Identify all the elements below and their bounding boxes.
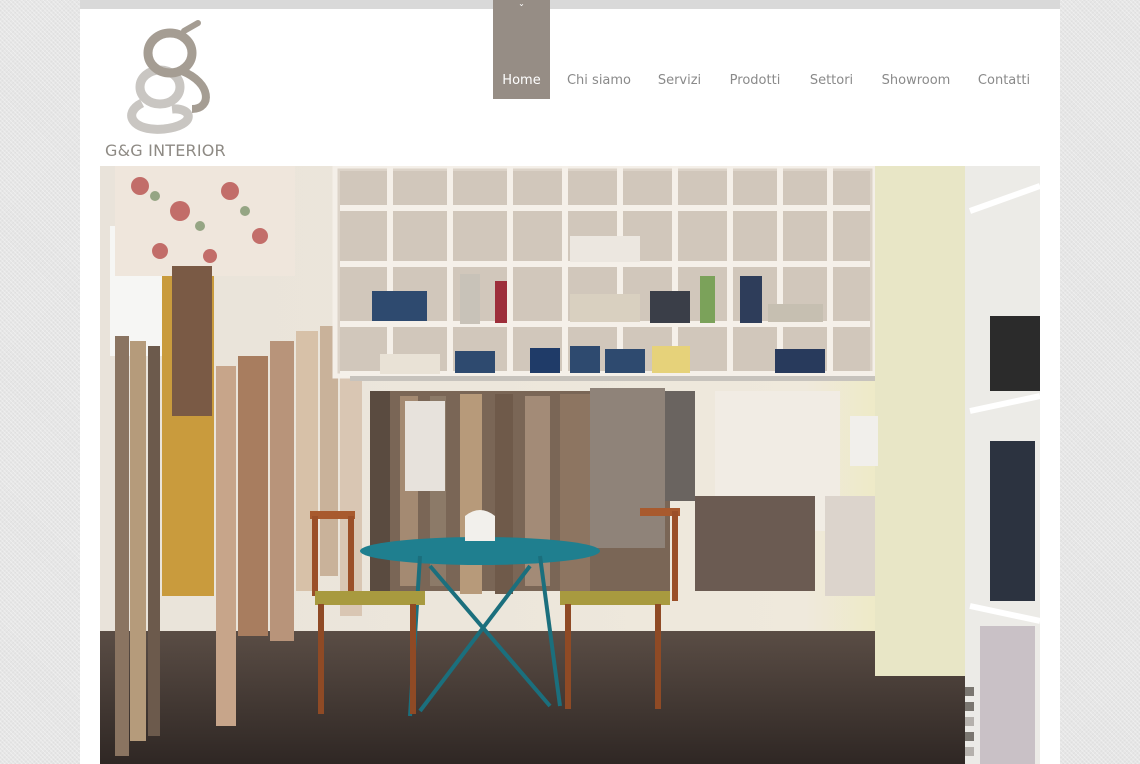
slide-dot-5[interactable] [965, 747, 974, 756]
nav-item-prodotti[interactable]: Prodotti [727, 0, 783, 99]
nav-item-servizi[interactable]: Servizi [656, 0, 703, 99]
nav-item-label: Prodotti [729, 73, 781, 88]
slider-pagination [965, 687, 977, 762]
slide-dot-1[interactable] [965, 687, 974, 696]
nav-item-showroom[interactable]: Showroom [880, 0, 952, 99]
nav-item-label: Servizi [657, 73, 702, 88]
gg-monogram-icon [127, 20, 210, 134]
nav-item-label: Contatti [977, 73, 1031, 88]
brand-name: G&G INTERIOR [105, 141, 226, 160]
slide-dot-4[interactable] [965, 732, 974, 741]
page-container: G&G INTERIOR ⌄ Home Chi siamo Servizi Pr… [80, 0, 1060, 764]
nav-item-label: Showroom [881, 73, 951, 88]
nav-item-chi-siamo[interactable]: Chi siamo [566, 0, 632, 99]
nav-item-label: Chi siamo [566, 73, 632, 88]
hero-slider-image[interactable] [100, 166, 1040, 764]
showroom-photo [100, 166, 1040, 764]
nav-item-label: Settori [809, 73, 854, 88]
slide-dot-3[interactable] [965, 717, 974, 726]
logo-link[interactable]: G&G INTERIOR [102, 17, 234, 160]
slide-dot-2[interactable] [965, 702, 974, 711]
chevron-down-icon: ⌄ [518, 0, 525, 8]
nav-item-settori[interactable]: Settori [808, 0, 855, 99]
nav-item-home[interactable]: ⌄ Home [493, 0, 550, 99]
main-nav: ⌄ Home Chi siamo Servizi Prodotti Settor… [493, 0, 1060, 108]
nav-item-contatti[interactable]: Contatti [977, 0, 1031, 99]
nav-item-label: Home [502, 73, 541, 88]
